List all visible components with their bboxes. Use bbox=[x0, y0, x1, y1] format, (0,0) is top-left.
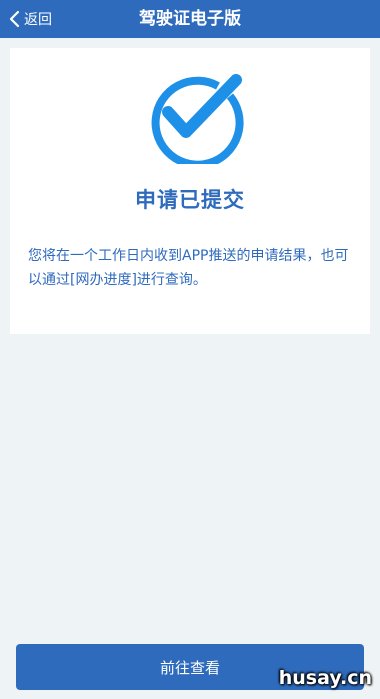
go-view-button[interactable]: 前往查看 bbox=[16, 644, 364, 690]
result-card: 申请已提交 您将在一个工作日内收到APP推送的申请结果，也可以通过[网办进度]进… bbox=[10, 48, 370, 334]
result-title: 申请已提交 bbox=[135, 188, 245, 212]
page-title: 驾驶证电子版 bbox=[139, 9, 241, 29]
navigation-bar: 返回 驾驶证电子版 bbox=[0, 0, 380, 38]
back-button[interactable]: 返回 bbox=[8, 0, 52, 38]
result-description: 您将在一个工作日内收到APP推送的申请结果，也可以通过[网办进度]进行查询。 bbox=[28, 248, 349, 288]
chevron-left-icon bbox=[8, 9, 22, 29]
check-circle-icon bbox=[140, 68, 244, 164]
back-label: 返回 bbox=[24, 12, 52, 28]
